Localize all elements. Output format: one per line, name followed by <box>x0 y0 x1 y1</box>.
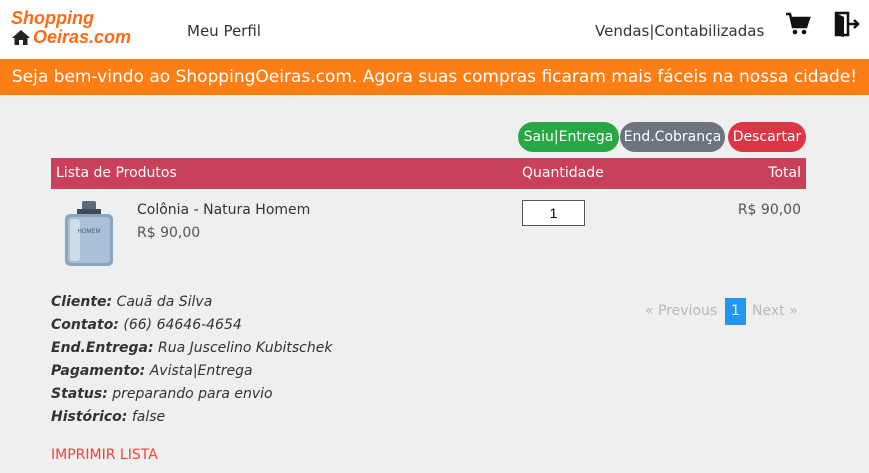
svg-text:HOMEM: HOMEM <box>78 229 101 235</box>
quantity-input[interactable] <box>522 200 585 226</box>
historico-row: Histórico: false <box>51 409 166 425</box>
status-row: Status: preparando para envio <box>51 386 273 402</box>
welcome-banner: Seja bem-vindo ao ShoppingOeiras.com. Ag… <box>0 59 869 95</box>
pagamento-value: Avista|Entrega <box>149 363 253 379</box>
header-produtos: Lista de Produtos <box>56 165 177 181</box>
site-logo[interactable]: Shopping Oeiras.com <box>11 9 131 47</box>
header-total: Total <box>768 165 801 181</box>
historico-value: false <box>131 409 166 425</box>
cart-icon[interactable] <box>785 11 811 37</box>
product-name: Colônia - Natura Homem <box>137 202 311 218</box>
logo-line1: Shopping <box>11 8 94 28</box>
nav-meu-perfil[interactable]: Meu Perfil <box>187 22 261 40</box>
status-value: preparando para envio <box>112 386 273 402</box>
product-image: HOMEM <box>65 201 113 266</box>
contato-value: (66) 64646-4654 <box>123 317 242 333</box>
logout-icon[interactable] <box>834 11 860 37</box>
saiu-entrega-button[interactable]: Saiu|Entrega <box>518 122 619 152</box>
pagination-previous[interactable]: « Previous <box>645 299 717 324</box>
descartar-button[interactable]: Descartar <box>728 122 806 152</box>
home-icon <box>12 30 30 45</box>
product-price: R$ 90,00 <box>137 225 201 241</box>
entrega-value: Rua Juscelino Kubitschek <box>158 340 333 356</box>
entrega-row: End.Entrega: Rua Juscelino Kubitschek <box>51 340 333 356</box>
navbar: Shopping Oeiras.com Meu Perfil Vendas|Co… <box>0 0 869 59</box>
pagination-next[interactable]: Next » <box>752 299 798 324</box>
pagination-page-1[interactable]: 1 <box>725 298 746 325</box>
nav-vendas-contabilizadas[interactable]: Vendas|Contabilizadas <box>595 22 764 40</box>
order-details: Cliente: Cauã da Silva Contato: (66) 646… <box>51 291 332 429</box>
logo-line2: Oeiras.com <box>33 27 132 47</box>
end-cobranca-button[interactable]: End.Cobrança <box>620 122 725 152</box>
header-quantidade: Quantidade <box>522 165 604 181</box>
contato-row: Contato: (66) 64646-4654 <box>51 317 242 333</box>
product-total: R$ 90,00 <box>737 202 801 218</box>
cliente-value: Cauã da Silva <box>116 294 213 310</box>
cliente-row: Cliente: Cauã da Silva <box>51 294 213 310</box>
table-header: Lista de Produtos Quantidade Total <box>51 158 806 189</box>
print-list-link[interactable]: IMPRIMIR LISTA <box>51 447 158 463</box>
pagamento-row: Pagamento: Avista|Entrega <box>51 363 253 379</box>
